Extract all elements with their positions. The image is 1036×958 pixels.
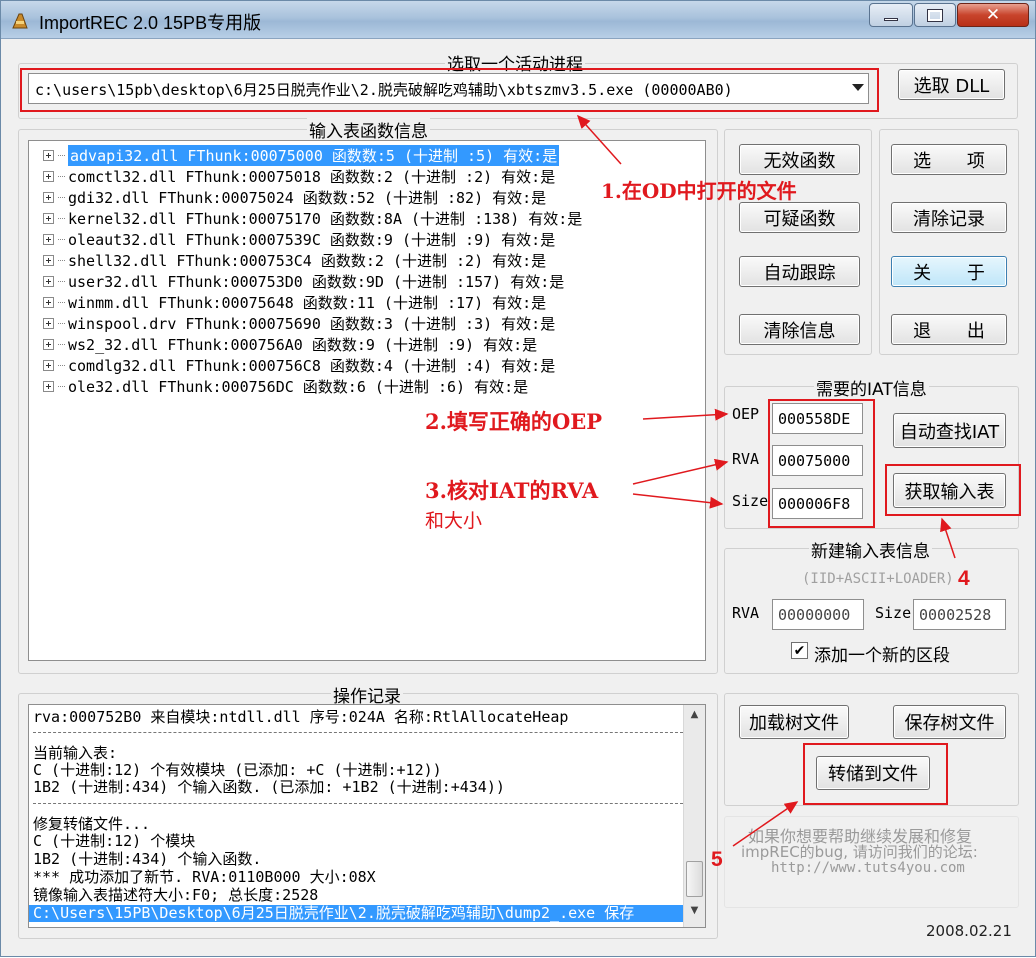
annotation-3-line2: 和大小: [425, 510, 483, 532]
arrow-4: [940, 517, 956, 559]
annotation-3: 3.核对IAT的RVA: [425, 478, 599, 503]
arrow-1: [576, 114, 622, 165]
arrow-5: [732, 801, 799, 847]
importrec-window: ImportREC 2.0 15PB专用版 ✕ 选取一个活动进程 c:\user…: [0, 0, 1036, 957]
annotation-5: 5: [711, 848, 723, 871]
arrow-3a: [632, 458, 729, 485]
arrow-2: [642, 408, 729, 421]
annotation-4: 4: [958, 567, 970, 590]
annotation-1: 1.在OD中打开的文件: [601, 179, 797, 203]
arrow-3b: [632, 493, 724, 509]
annotation-2: 2.填写正确的OEP: [425, 409, 603, 434]
